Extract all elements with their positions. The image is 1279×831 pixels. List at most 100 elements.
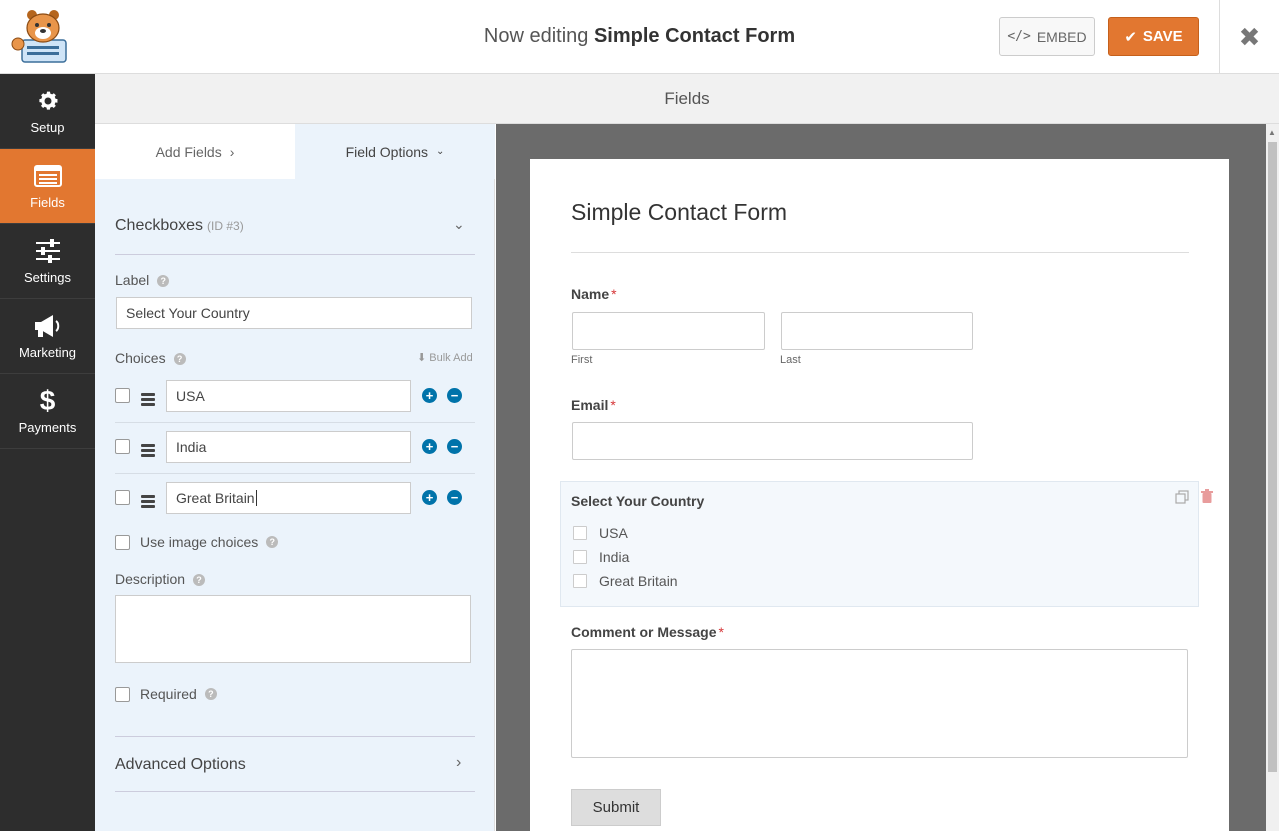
close-icon: ✖ — [1238, 21, 1261, 52]
bulk-add-link[interactable]: ⬇ Bulk Add — [417, 351, 473, 364]
choice-input[interactable]: USA — [166, 380, 411, 412]
sidebar-item-label: Fields — [30, 194, 65, 210]
download-icon: ⬇ — [417, 352, 427, 364]
advanced-options-label: Advanced Options — [115, 756, 246, 773]
duplicate-icon[interactable] — [1175, 490, 1189, 504]
remove-choice-icon[interactable]: − — [447, 388, 462, 403]
first-name-input[interactable] — [572, 312, 765, 350]
tab-field-options[interactable]: Field Options ⌄ — [295, 124, 495, 179]
choice-input[interactable]: Great Britain — [166, 482, 411, 514]
choice-input[interactable]: India — [166, 431, 411, 463]
top-bar: Now editing Simple Contact Form </> EMBE… — [0, 0, 1279, 74]
section-header: Fields — [95, 74, 1279, 124]
scroll-thumb[interactable] — [1268, 142, 1277, 772]
chevron-down-icon[interactable]: ⌄ — [453, 216, 465, 233]
option-checkbox[interactable] — [573, 550, 587, 564]
chevron-right-icon: › — [229, 143, 235, 160]
section-title: Fields — [664, 89, 710, 108]
add-choice-icon[interactable]: + — [422, 388, 437, 403]
remove-choice-icon[interactable]: − — [447, 490, 462, 505]
sidebar-item-label: Settings — [24, 269, 71, 285]
required-label: Required — [140, 686, 197, 702]
choice-default-checkbox[interactable] — [115, 490, 130, 505]
email-input[interactable] — [572, 422, 973, 460]
sidebar-item-settings[interactable]: Settings — [0, 224, 95, 299]
choice-row: Great Britain + − — [115, 482, 475, 532]
sidebar-item-payments[interactable]: $ Payments — [0, 374, 95, 449]
save-label: SAVE — [1142, 28, 1183, 45]
name-label: Name — [571, 286, 610, 302]
label-value: Select Your Country — [126, 305, 250, 321]
tab-label: Field Options — [345, 143, 429, 160]
embed-button[interactable]: </> EMBED — [999, 17, 1095, 56]
tab-add-fields[interactable]: Add Fields › — [95, 124, 295, 179]
country-option[interactable]: Great Britain — [573, 573, 678, 589]
sidebar-item-fields[interactable]: Fields — [0, 149, 95, 224]
code-icon: </> — [1007, 29, 1031, 44]
country-option[interactable]: USA — [573, 525, 628, 541]
comment-textarea[interactable] — [571, 649, 1188, 758]
save-button[interactable]: ✔ SAVE — [1108, 17, 1199, 56]
check-icon: ✔ — [1124, 28, 1137, 46]
use-image-choices-toggle[interactable]: Use image choices? — [115, 534, 279, 550]
country-option[interactable]: India — [573, 549, 629, 565]
sidebar-item-setup[interactable]: Setup — [0, 74, 95, 149]
name-field-label[interactable]: Name * — [571, 286, 617, 302]
label-input[interactable]: Select Your Country — [116, 297, 472, 329]
choice-default-checkbox[interactable] — [115, 388, 130, 403]
panel-tabs: Add Fields › Field Options ⌄ — [95, 124, 495, 179]
sliders-icon — [33, 238, 63, 264]
title-prefix: Now editing — [483, 25, 589, 47]
help-icon[interactable]: ? — [266, 536, 279, 548]
comment-field-label[interactable]: Comment or Message * — [571, 624, 724, 640]
required-checkbox[interactable] — [115, 686, 130, 702]
add-choice-icon[interactable]: + — [422, 439, 437, 454]
divider — [115, 791, 475, 792]
advanced-options-toggle[interactable]: Advanced Options — [115, 756, 246, 774]
option-checkbox[interactable] — [573, 574, 587, 588]
remove-choice-icon[interactable]: − — [447, 439, 462, 454]
sidebar-item-label: Payments — [18, 419, 77, 435]
help-icon[interactable]: ? — [173, 353, 186, 365]
add-choice-icon[interactable]: + — [422, 490, 437, 505]
country-checkbox-field[interactable]: Select Your Country USA India Great Brit… — [560, 481, 1213, 607]
form-name: Simple Contact Form — [593, 25, 796, 47]
scroll-up-icon[interactable]: ▲ — [1268, 128, 1276, 137]
text-cursor — [255, 490, 257, 506]
submit-label: Submit — [592, 799, 640, 816]
list-icon — [33, 163, 63, 189]
field-group-title[interactable]: Checkboxes (ID #3) — [115, 217, 244, 235]
submit-button[interactable]: Submit — [571, 789, 661, 826]
help-icon[interactable]: ? — [193, 574, 206, 586]
help-icon[interactable]: ? — [157, 275, 170, 287]
sidebar-item-marketing[interactable]: Marketing — [0, 299, 95, 374]
divider — [115, 254, 475, 255]
scrollbar[interactable]: ▲ — [1266, 124, 1279, 831]
bulk-add-label: Bulk Add — [429, 352, 473, 364]
choice-value: Great Britain — [176, 490, 255, 506]
description-textarea[interactable] — [115, 595, 471, 663]
email-field-label[interactable]: Email * — [571, 397, 616, 413]
trash-icon[interactable] — [1201, 489, 1213, 503]
option-label: Great Britain — [599, 573, 678, 589]
choice-default-checkbox[interactable] — [115, 439, 130, 454]
close-button[interactable]: ✖ — [1220, 0, 1279, 74]
field-type: Checkboxes — [115, 217, 204, 234]
divider — [115, 422, 475, 423]
help-icon[interactable]: ? — [204, 688, 217, 700]
choices-title: Choices — [115, 350, 166, 366]
country-label: Select Your Country — [571, 493, 705, 509]
required-toggle[interactable]: Required? — [115, 686, 217, 702]
drag-handle-icon[interactable] — [141, 393, 155, 406]
chevron-right-icon[interactable]: › — [456, 754, 461, 772]
last-name-input[interactable] — [781, 312, 973, 350]
drag-handle-icon[interactable] — [141, 444, 155, 457]
option-checkbox[interactable] — [573, 526, 587, 540]
field-id: (ID #3) — [207, 219, 244, 233]
drag-handle-icon[interactable] — [141, 495, 155, 508]
choice-value: India — [176, 439, 207, 455]
required-mark: * — [610, 397, 616, 413]
option-label: USA — [599, 525, 628, 541]
use-image-choices-checkbox[interactable] — [115, 534, 130, 550]
divider — [571, 252, 1189, 253]
